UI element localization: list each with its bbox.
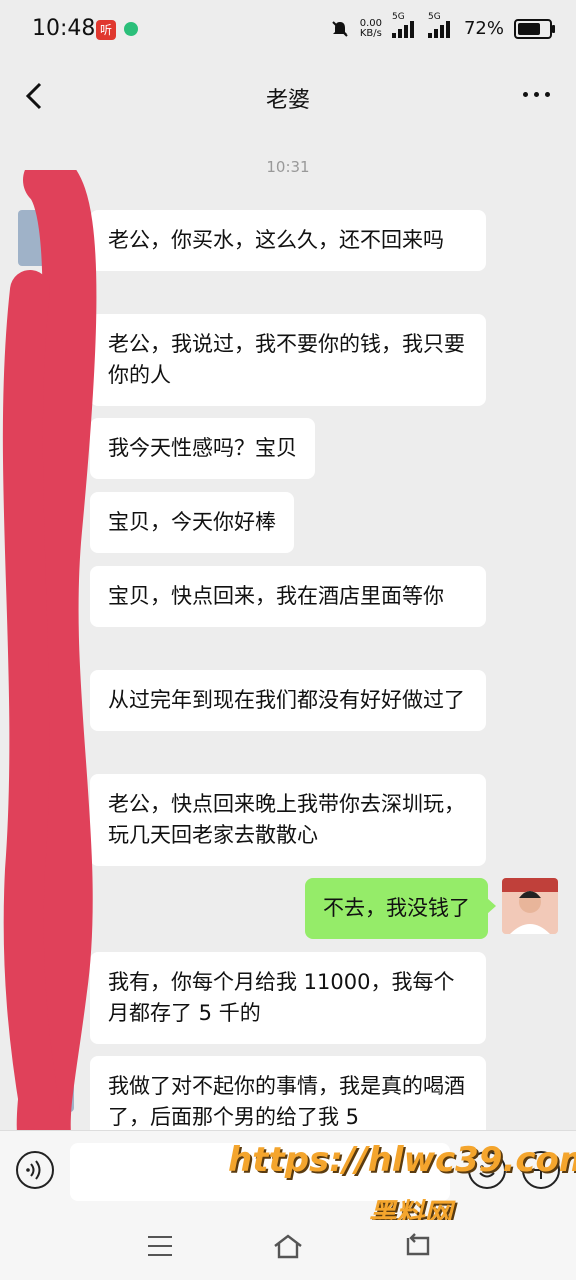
battery-percent: 72% (463, 18, 504, 39)
my-avatar[interactable] (502, 878, 558, 934)
mute-bell-icon (332, 20, 348, 37)
network-type-2: 5G (427, 11, 441, 22)
contact-avatar[interactable] (18, 492, 74, 548)
chat-header: 老婆 (0, 62, 576, 130)
signal-bars-icon (427, 20, 454, 38)
contact-avatar[interactable] (18, 314, 74, 370)
message-bubble-incoming[interactable]: 从过完年到现在我们都没有好好做过了 (90, 670, 486, 731)
app-notification-dot-icon (124, 22, 138, 36)
voice-icon (26, 1160, 41, 1180)
message-bubble-incoming[interactable]: 老公，你买水，这么久，还不回来吗 (90, 210, 486, 271)
emoji-icon (479, 1165, 495, 1178)
contact-avatar[interactable] (18, 418, 74, 474)
message-bubble-incoming[interactable]: 老公，快点回来晚上我带你去深圳玩，玩几天回老家去散散心 (90, 774, 486, 866)
home-icon[interactable] (272, 1232, 304, 1260)
chat-title: 老婆 (265, 88, 310, 113)
input-bar (0, 1130, 576, 1221)
signal-1: 5G (391, 12, 418, 38)
system-back-icon[interactable] (402, 1232, 432, 1260)
contact-avatar[interactable] (18, 566, 74, 622)
contact-avatar[interactable] (18, 952, 74, 1008)
recent-apps-icon[interactable] (148, 1236, 172, 1256)
net-speed: 0.00 KB/s (359, 17, 382, 39)
message-bubble-incoming[interactable]: 宝贝，快点回来，我在酒店里面等你 (90, 566, 486, 627)
more-options-icon[interactable] (523, 92, 550, 97)
app-notification-icon: 听 (96, 20, 116, 40)
voice-input-button[interactable] (16, 1151, 54, 1189)
status-indicators: 0.00 KB/s 5G 5G 72% (330, 12, 555, 39)
contact-avatar[interactable] (18, 1056, 74, 1112)
contact-avatar[interactable] (18, 670, 74, 726)
battery-fill (518, 22, 540, 35)
message-bubble-incoming[interactable]: 宝贝，今天你好棒 (90, 492, 294, 553)
message-timestamp: 10:31 (266, 158, 310, 176)
status-bar: 10:48 听 0.00 KB/s 5G 5G 72% (0, 0, 576, 62)
contact-avatar[interactable] (18, 210, 74, 266)
message-bubble-incoming[interactable]: 我今天性感吗？宝贝 (90, 418, 315, 479)
net-speed-value: 0.00 (359, 17, 382, 29)
net-speed-unit: KB/s (359, 27, 382, 39)
message-bubble-outgoing[interactable]: 不去，我没钱了 (305, 878, 496, 939)
message-input[interactable] (70, 1143, 450, 1201)
more-actions-plus-button[interactable] (522, 1151, 560, 1189)
status-time: 10:48 (32, 16, 96, 41)
signal-2: 5G (427, 12, 454, 38)
battery-icon (514, 18, 555, 39)
emoji-button[interactable] (468, 1151, 506, 1189)
user-avatar-icon (502, 878, 558, 934)
message-bubble-incoming[interactable]: 我做了对不起你的事情，我是真的喝酒了，后面那个男的给了我 5 (90, 1056, 486, 1130)
message-bubble-incoming[interactable]: 我有，你每个月给我 11000，我每个月都存了 5 千的 (90, 952, 486, 1044)
chat-message-list[interactable]: 10:31 老公，你买水，这么久，还不回来吗 老公，我说过，我不要你的钱，我只要… (0, 130, 576, 1130)
message-bubble-incoming[interactable]: 老公，我说过，我不要你的钱，我只要你的人 (90, 314, 486, 406)
contact-avatar[interactable] (18, 774, 74, 830)
network-type-1: 5G (391, 11, 405, 22)
signal-bars-icon (391, 20, 418, 38)
system-nav-bar (0, 1220, 576, 1280)
